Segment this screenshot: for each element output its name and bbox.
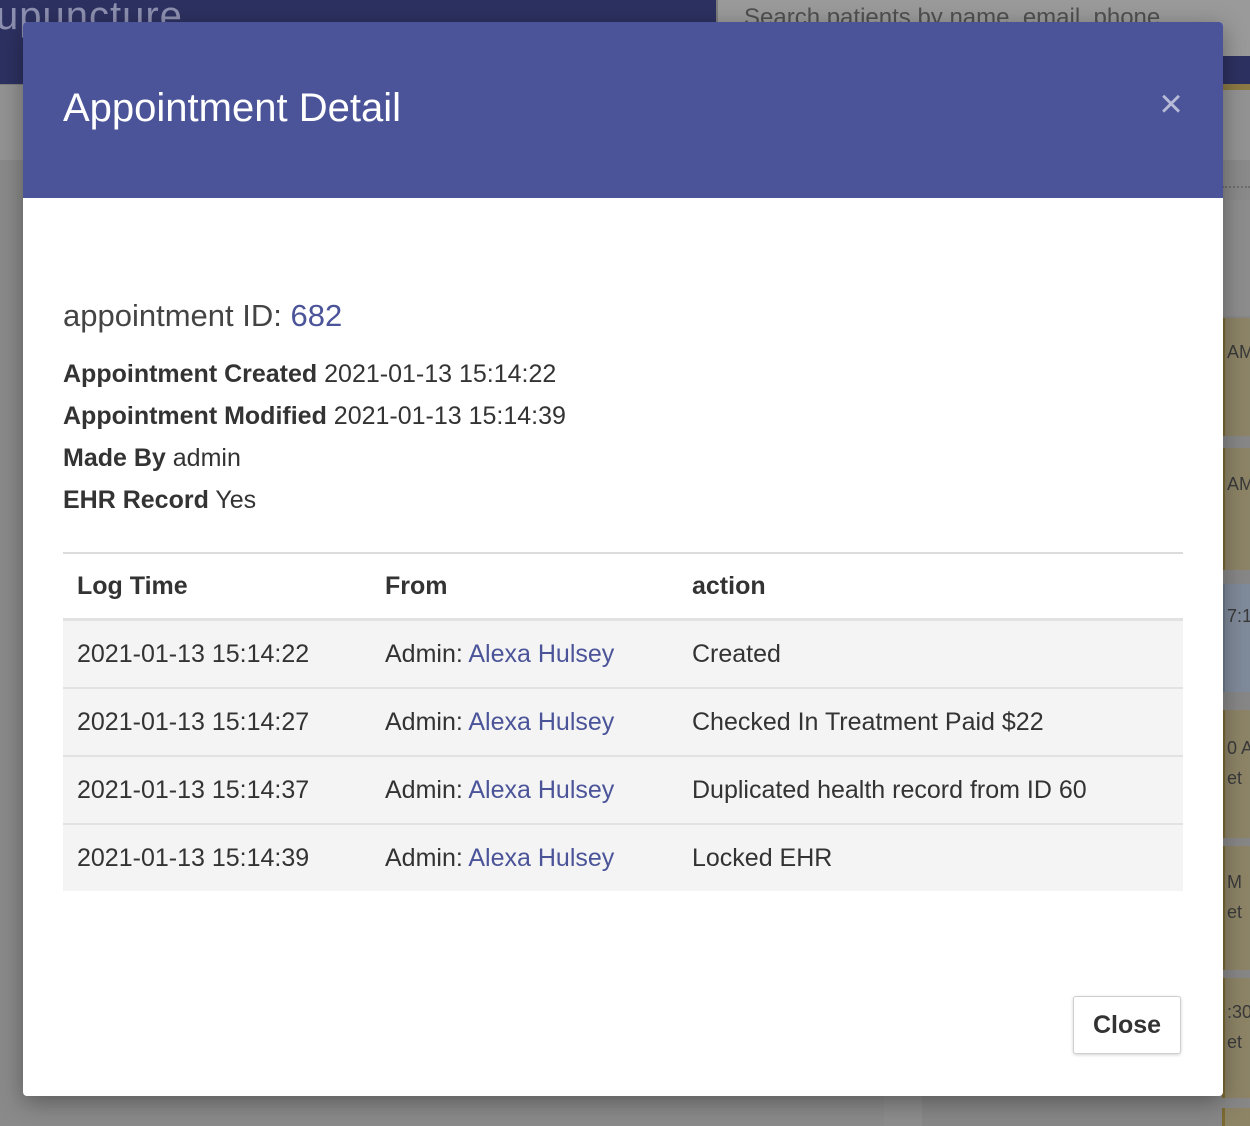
appointment-detail-modal: Appointment Detail × appointment ID: 682… bbox=[23, 22, 1223, 1096]
action-cell: Checked In Treatment Paid $22 bbox=[678, 688, 1183, 757]
event-text: et bbox=[1227, 1032, 1243, 1052]
user-link[interactable]: Alexa Hulsey bbox=[468, 844, 614, 872]
calendar-event[interactable]: :30 et bbox=[1222, 978, 1250, 1098]
user-link[interactable]: Alexa Hulsey bbox=[468, 640, 614, 668]
close-button[interactable]: Close bbox=[1073, 996, 1181, 1054]
from-prefix: Admin: bbox=[385, 775, 469, 804]
modal-title: Appointment Detail bbox=[63, 86, 401, 130]
table-row: 2021-01-13 15:14:27 Admin: Alexa Hulsey … bbox=[63, 688, 1183, 757]
from-prefix: Admin: bbox=[385, 639, 469, 668]
detail-label: EHR Record bbox=[63, 486, 209, 514]
appointment-modified: Appointment Modified 2021-01-13 15:14:39 bbox=[63, 402, 566, 431]
calendar-event[interactable]: M et bbox=[1222, 846, 1250, 970]
detail-value: 2021-01-13 15:14:39 bbox=[333, 402, 566, 430]
from-cell: Admin: Alexa Hulsey bbox=[371, 756, 678, 825]
made-by: Made By admin bbox=[63, 444, 241, 473]
user-link[interactable]: Alexa Hulsey bbox=[468, 708, 614, 736]
event-text: et bbox=[1227, 768, 1243, 788]
from-cell: Admin: Alexa Hulsey bbox=[371, 688, 678, 757]
action-cell: Locked EHR bbox=[678, 824, 1183, 891]
detail-value: admin bbox=[172, 444, 241, 472]
calendar-event[interactable] bbox=[1222, 1108, 1250, 1126]
detail-value: 2021-01-13 15:14:22 bbox=[324, 360, 557, 388]
calendar-event[interactable]: 0 A et bbox=[1222, 710, 1250, 838]
column-header-log-time: Log Time bbox=[63, 553, 371, 621]
table-row: 2021-01-13 15:14:37 Admin: Alexa Hulsey … bbox=[63, 756, 1183, 825]
modal-header: Appointment Detail × bbox=[23, 22, 1223, 198]
close-icon[interactable]: × bbox=[1151, 84, 1191, 124]
appointment-id-label: appointment ID: bbox=[63, 298, 291, 333]
divider bbox=[1222, 186, 1250, 188]
column-header-action: action bbox=[678, 553, 1183, 621]
event-time: 7:10 bbox=[1227, 606, 1250, 626]
appointment-id-value: 682 bbox=[290, 298, 343, 333]
log-time-cell: 2021-01-13 15:14:37 bbox=[63, 756, 371, 825]
from-prefix: Admin: bbox=[385, 707, 469, 736]
event-time: :30 bbox=[1227, 1002, 1250, 1022]
event-time: AM bbox=[1227, 342, 1250, 362]
user-link[interactable]: Alexa Hulsey bbox=[468, 776, 614, 804]
event-text: et bbox=[1227, 902, 1243, 922]
detail-label: Appointment Created bbox=[63, 360, 318, 388]
action-cell: Created bbox=[678, 619, 1183, 689]
appointment-log-table: Log Time From action 2021-01-13 15:14:22… bbox=[63, 552, 1183, 891]
column-header-from: From bbox=[371, 553, 678, 621]
accent-line bbox=[1222, 84, 1250, 90]
calendar-event[interactable]: 7:10 bbox=[1222, 584, 1250, 692]
appointment-created: Appointment Created 2021-01-13 15:14:22 bbox=[63, 360, 556, 389]
table-row: 2021-01-13 15:14:39 Admin: Alexa Hulsey … bbox=[63, 824, 1183, 891]
event-time: AM bbox=[1227, 474, 1250, 494]
ehr-record: EHR Record Yes bbox=[63, 486, 256, 515]
detail-value: Yes bbox=[215, 486, 257, 514]
detail-label: Appointment Modified bbox=[63, 402, 327, 430]
from-cell: Admin: Alexa Hulsey bbox=[371, 824, 678, 891]
calendar-event[interactable]: AM bbox=[1222, 448, 1250, 570]
event-time: M bbox=[1227, 872, 1242, 892]
event-time: 0 A bbox=[1227, 738, 1250, 758]
calendar-event[interactable]: AM bbox=[1222, 318, 1250, 436]
from-prefix: Admin: bbox=[385, 843, 469, 872]
from-cell: Admin: Alexa Hulsey bbox=[371, 619, 678, 689]
log-time-cell: 2021-01-13 15:14:27 bbox=[63, 688, 371, 757]
log-time-cell: 2021-01-13 15:14:22 bbox=[63, 619, 371, 689]
log-time-cell: 2021-01-13 15:14:39 bbox=[63, 824, 371, 891]
table-header-row: Log Time From action bbox=[63, 553, 1183, 621]
appointment-id: appointment ID: 682 bbox=[63, 298, 342, 334]
detail-label: Made By bbox=[63, 444, 166, 472]
table-row: 2021-01-13 15:14:22 Admin: Alexa Hulsey … bbox=[63, 619, 1183, 689]
action-cell: Duplicated health record from ID 60 bbox=[678, 756, 1183, 825]
